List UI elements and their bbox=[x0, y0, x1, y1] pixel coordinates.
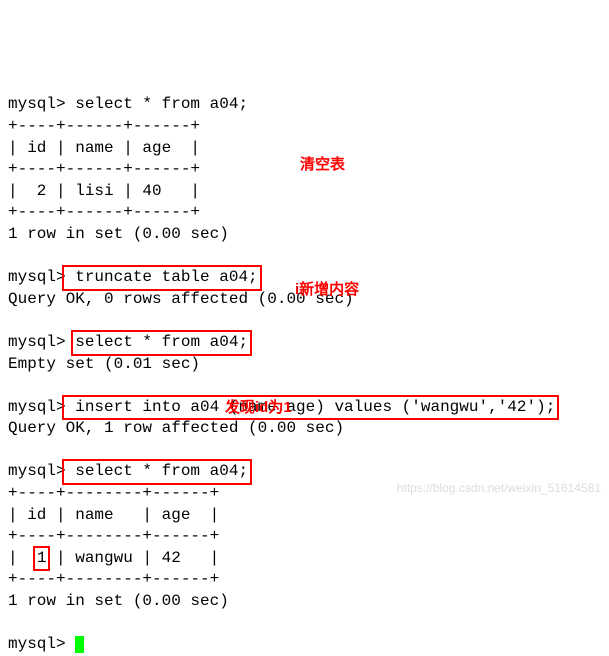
result-4: Query OK, 1 row affected (0.00 sec) bbox=[8, 419, 344, 437]
prompt: mysql> bbox=[8, 398, 66, 416]
watermark: https://blog.csdn.net/weixin_51614581 bbox=[397, 480, 601, 496]
annotation-id-is-1: 发现id为1 bbox=[225, 398, 292, 418]
table2-border-bot: +----+--------+------+ bbox=[8, 570, 219, 588]
result-3: Empty set (0.01 sec) bbox=[8, 355, 200, 373]
annotation-new-insert: i新增内容 bbox=[295, 280, 359, 300]
sql-query-2: truncate table a04; bbox=[62, 265, 262, 291]
sql-query-1: select * from a04; bbox=[66, 95, 248, 113]
sql-query-4: insert into a04 (name,age) values ('wang… bbox=[62, 395, 560, 421]
table2-row-post: | wangwu | 42 | bbox=[46, 549, 219, 567]
table2-border-top: +----+--------+------+ bbox=[8, 484, 219, 502]
table2-border-mid: +----+--------+------+ bbox=[8, 527, 219, 545]
result-1: 1 row in set (0.00 sec) bbox=[8, 225, 229, 243]
annotation-clear-table: 清空表 bbox=[300, 155, 345, 175]
sql-query-3: select * from a04; bbox=[71, 330, 252, 356]
table1-border-bot: +----+------+------+ bbox=[8, 203, 200, 221]
table2-header: | id | name | age | bbox=[8, 506, 219, 524]
result-5: 1 row in set (0.00 sec) bbox=[8, 592, 229, 610]
prompt: mysql> bbox=[8, 95, 66, 113]
cursor-block[interactable] bbox=[75, 636, 84, 653]
prompt: mysql> bbox=[8, 462, 66, 480]
table1-row: | 2 | lisi | 40 | bbox=[8, 182, 200, 200]
prompt: mysql> bbox=[8, 268, 66, 286]
prompt: mysql> bbox=[8, 635, 66, 653]
table1-header: | id | name | age | bbox=[8, 139, 200, 157]
prompt: mysql> bbox=[8, 333, 66, 351]
sql-query-5: select * from a04; bbox=[62, 459, 252, 485]
table1-border-mid: +----+------+------+ bbox=[8, 160, 200, 178]
table1-border-top: +----+------+------+ bbox=[8, 117, 200, 135]
